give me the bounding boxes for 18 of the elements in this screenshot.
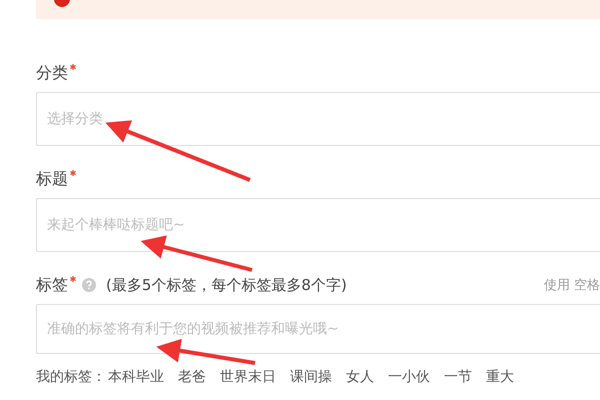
field-label: 标题 [36,168,68,190]
tag-link[interactable]: 重大 [486,368,514,386]
tag-link[interactable]: 一节 [444,368,472,386]
field-hint: (最多5个标签，每个标签最多8个字) [106,276,347,294]
tags-label: 我的标签： [36,368,106,386]
tag-link[interactable]: 课间操 [290,368,332,386]
input-field[interactable]: 准确的标签将有利于您的视频被推荐和曝光哦~ [36,304,600,354]
input-field[interactable]: 来起个棒棒哒标题吧~ [36,198,600,252]
tag-link[interactable]: 老爸 [178,368,206,386]
field-label: 标签 [36,274,68,296]
tag-link[interactable]: 一小伙 [388,368,430,386]
tag-link[interactable]: 女人 [346,368,374,386]
help-icon[interactable] [82,278,96,292]
tag-link[interactable]: 本科毕业 [108,368,164,386]
tag-link[interactable]: 世界末日 [220,368,276,386]
side-note: 使用 空格 [544,277,600,294]
field-label: 分类 [36,62,68,84]
input-field[interactable]: 选择分类 [36,92,600,146]
